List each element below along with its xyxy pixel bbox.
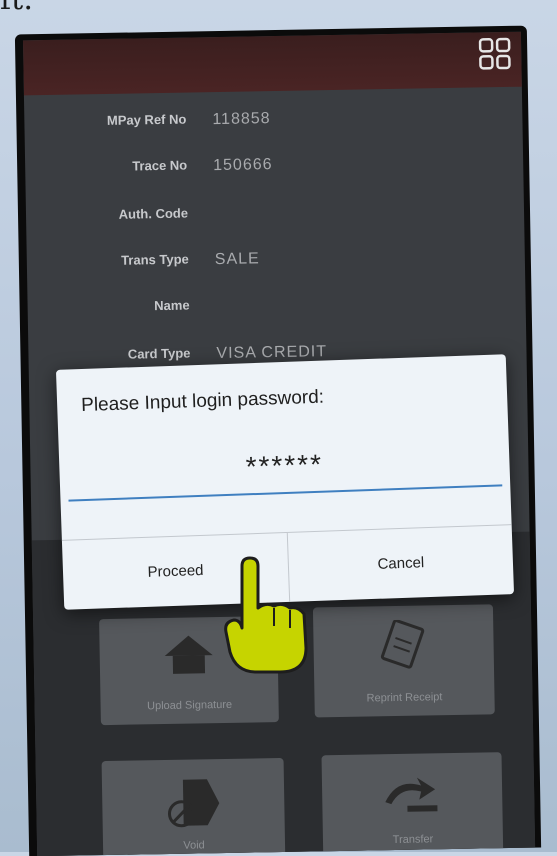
tile-label: Reprint Receipt (366, 691, 443, 705)
reprint-receipt-tile[interactable]: Reprint Receipt (312, 604, 495, 718)
tile-label: Upload Signature (146, 698, 233, 713)
detail-value: SALE (214, 250, 260, 269)
app-header-bar (22, 31, 522, 96)
detail-label: Card Type (127, 345, 191, 362)
grid-apps-icon[interactable] (477, 36, 514, 73)
detail-label: Trans Type (121, 251, 189, 268)
page-edge-text: ſt: (0, 0, 33, 17)
detail-value: 150666 (213, 156, 273, 175)
detail-row-auth-code: Auth. Code (26, 200, 524, 239)
void-tile[interactable]: Void (101, 757, 286, 856)
transfer-tile[interactable]: Transfer (321, 752, 504, 856)
detail-row-mpay-ref: MPay Ref No 118858 (24, 106, 522, 145)
detail-label: MPay Ref No (106, 111, 187, 128)
transfer-icon (377, 767, 448, 821)
upload-icon (158, 631, 219, 681)
detail-row-trans-type: Trans Type SALE (27, 246, 525, 285)
detail-value: 118858 (212, 110, 271, 129)
dialog-title: Please Input login password: (80, 386, 325, 417)
detail-label: Trace No (132, 157, 188, 174)
cancel-button[interactable]: Cancel (288, 525, 514, 602)
password-input[interactable]: ****** (59, 442, 510, 490)
detail-row-name: Name (28, 292, 526, 331)
detail-label: Name (154, 297, 190, 314)
pointing-hand-icon (222, 556, 312, 676)
detail-row-trace-no: Trace No 150666 (25, 152, 523, 191)
void-tag-icon (163, 773, 224, 833)
receipt-icon (373, 619, 434, 673)
tile-label: Transfer (392, 833, 434, 847)
tile-label: Void (183, 839, 205, 852)
detail-label: Auth. Code (118, 205, 189, 222)
